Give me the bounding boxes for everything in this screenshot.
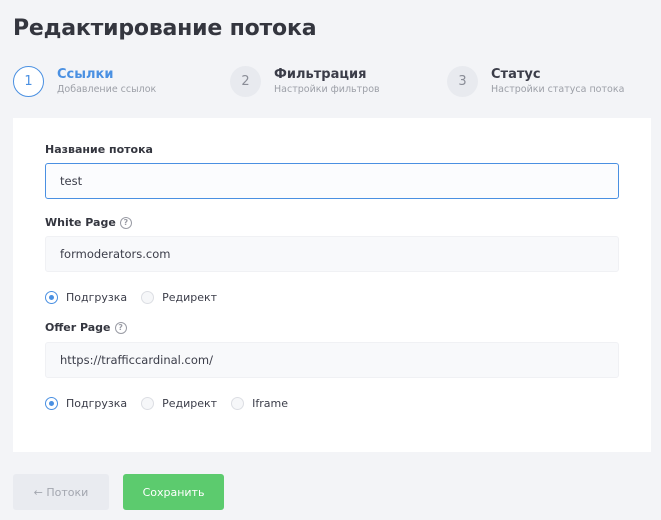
step-number: 2 [230,65,261,97]
offer-page-mode-group: Подгрузка Редирект Iframe [45,395,302,411]
white-page-label: White Page ? [45,216,132,229]
step-subtitle: Добавление ссылок [57,83,157,95]
step-subtitle: Настройки статуса потока [491,83,625,95]
step-title: Статус [491,66,541,82]
step-number: 3 [447,65,478,97]
stepper: 1 Ссылки Добавление ссылок 2 Фильтрация … [13,64,653,100]
offer-page-label: Offer Page ? [45,321,127,334]
step-status[interactable]: 3 Статус Настройки статуса потока [447,64,624,98]
step-title: Фильтрация [274,66,367,82]
step-filtering[interactable]: 2 Фильтрация Настройки фильтров [230,64,380,98]
radio-button[interactable] [141,290,155,304]
radio-button[interactable] [45,290,58,304]
white-page-radio-redirect[interactable]: Редирект [141,290,217,304]
question-circle-icon[interactable]: ? [114,321,127,334]
stream-name-input[interactable] [45,163,619,199]
offer-page-radio-redirect[interactable]: Редирект [141,396,217,410]
radio-button[interactable] [45,396,58,410]
stream-name-label: Название потока [45,143,153,156]
form-card: Название потока White Page ? Подгрузка Р… [13,118,651,452]
radio-button[interactable] [141,396,155,410]
step-title: Ссылки [57,66,114,82]
offer-page-input[interactable] [45,342,619,378]
white-page-input[interactable] [45,236,619,272]
offer-page-radio-load[interactable]: Подгрузка [45,396,127,410]
back-to-streams-button[interactable]: ← Потоки [13,474,109,510]
step-subtitle: Настройки фильтров [274,83,380,95]
white-page-mode-group: Подгрузка Редирект [45,289,231,305]
question-circle-icon[interactable]: ? [119,216,132,229]
page: Редактирование потока 1 Ссылки Добавлени… [0,0,661,520]
radio-button[interactable] [231,396,245,410]
white-page-radio-load[interactable]: Подгрузка [45,290,127,304]
step-links[interactable]: 1 Ссылки Добавление ссылок [13,64,156,98]
save-button[interactable]: Сохранить [123,474,224,510]
step-number: 1 [13,65,44,97]
page-title: Редактирование потока [13,16,317,41]
offer-page-radio-iframe[interactable]: Iframe [231,396,288,410]
